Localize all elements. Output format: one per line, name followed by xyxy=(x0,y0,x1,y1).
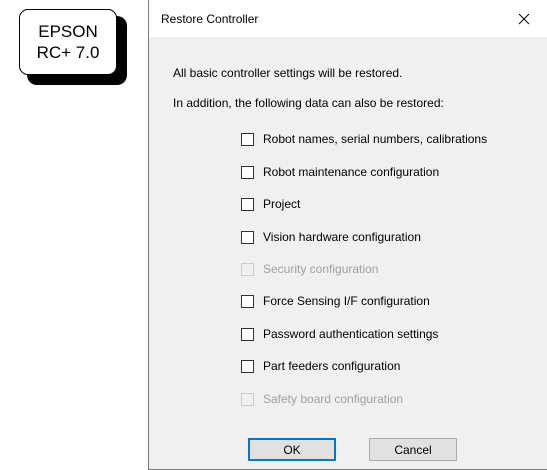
title-bar: Restore Controller xyxy=(149,0,547,37)
restore-controller-dialog: Restore Controller All basic controller … xyxy=(148,0,547,470)
intro-text-1: All basic controller settings will be re… xyxy=(173,66,403,80)
option-label: Project xyxy=(263,197,301,211)
option-label: Vision hardware configuration xyxy=(263,230,421,244)
close-button[interactable] xyxy=(501,0,547,37)
option-vision-hardware[interactable]: Vision hardware configuration xyxy=(241,229,421,245)
checkbox[interactable] xyxy=(241,132,254,146)
option-force-sensing[interactable]: Force Sensing I/F configuration xyxy=(241,293,430,309)
checkbox[interactable] xyxy=(241,294,254,308)
checkbox[interactable] xyxy=(241,230,254,244)
option-robot-names[interactable]: Robot names, serial numbers, calibration… xyxy=(241,131,487,147)
cancel-button[interactable]: Cancel xyxy=(369,438,457,461)
option-label: Part feeders configuration xyxy=(263,359,401,373)
checkbox[interactable] xyxy=(241,165,254,179)
ok-button[interactable]: OK xyxy=(248,438,336,461)
option-label: Security configuration xyxy=(263,262,379,276)
checkbox[interactable] xyxy=(241,197,254,211)
option-project[interactable]: Project xyxy=(241,196,300,212)
option-password-auth[interactable]: Password authentication settings xyxy=(241,326,438,342)
badge-line-1: EPSON xyxy=(38,22,98,41)
close-icon xyxy=(518,13,530,24)
option-label: Robot maintenance configuration xyxy=(263,165,440,179)
option-security: Security configuration xyxy=(241,261,378,277)
option-label: Robot names, serial numbers, calibration… xyxy=(263,132,488,146)
option-label: Safety board configuration xyxy=(263,392,404,406)
option-part-feeders[interactable]: Part feeders configuration xyxy=(241,358,400,374)
checkbox-disabled xyxy=(241,392,254,406)
option-safety-board: Safety board configuration xyxy=(241,391,403,407)
option-robot-maintenance[interactable]: Robot maintenance configuration xyxy=(241,164,439,180)
option-label: Password authentication settings xyxy=(263,327,439,341)
checkbox[interactable] xyxy=(241,327,254,341)
checkbox[interactable] xyxy=(241,359,254,373)
badge-line-2: RC+ 7.0 xyxy=(36,43,100,62)
dialog-body: All basic controller settings will be re… xyxy=(149,37,547,470)
intro-text-2: In addition, the following data can also… xyxy=(173,96,444,110)
checkbox-disabled xyxy=(241,262,254,276)
dialog-title: Restore Controller xyxy=(161,12,259,26)
epson-badge: EPSON RC+ 7.0 xyxy=(19,9,117,75)
option-label: Force Sensing I/F configuration xyxy=(263,294,430,308)
